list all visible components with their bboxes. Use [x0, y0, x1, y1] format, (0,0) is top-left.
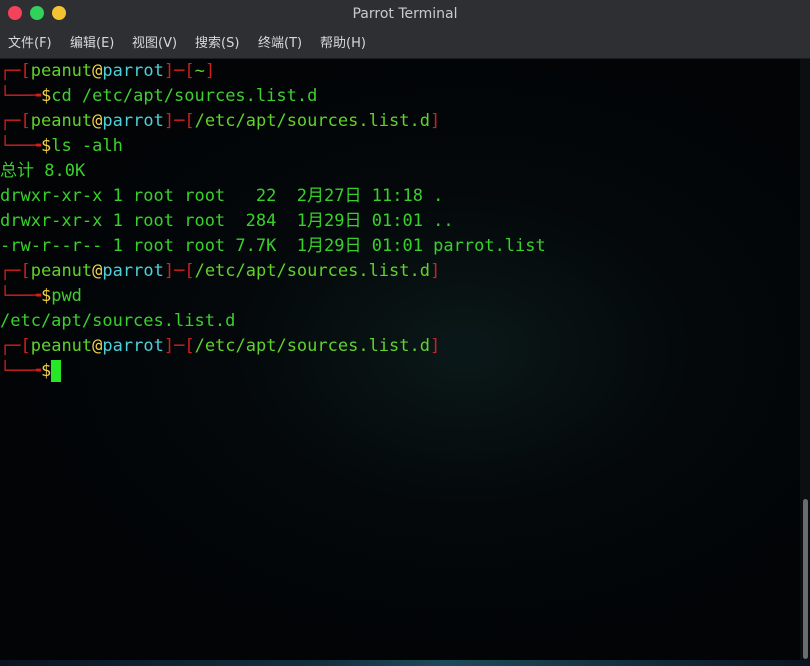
menu-search[interactable]: 搜索(S) — [195, 28, 239, 58]
scrollbar-thumb[interactable] — [803, 499, 808, 659]
prompt-bracket: [ — [184, 61, 195, 81]
prompt-corner: ┌─ — [0, 336, 21, 356]
prompt-bracket: ] — [163, 261, 175, 281]
prompt-corner: ┌─ — [0, 61, 21, 81]
prompt-corner: ┌─ — [0, 111, 21, 131]
prompt-bracket: [ — [184, 261, 195, 281]
prompt-line: ┌─[peanut@parrot]─[~] — [0, 59, 215, 84]
prompt-bracket: ] — [204, 61, 216, 81]
output-line: drwxr-xr-x 1 root root 284 1月29日 01:01 .… — [0, 211, 454, 231]
prompt-dir: ~ — [194, 61, 205, 81]
prompt-bracket: [ — [20, 336, 31, 356]
prompt-line: ┌─[peanut@parrot]─[/etc/apt/sources.list… — [0, 259, 440, 284]
prompt-user: peanut — [30, 336, 93, 356]
terminal-area[interactable]: ┌─[peanut@parrot]─[~] └──╼$cd /etc/apt/s… — [0, 59, 800, 666]
prompt-corner: └──╼ — [0, 86, 41, 106]
prompt-dollar: $ — [40, 286, 52, 306]
menu-terminal[interactable]: 终端(T) — [258, 28, 302, 58]
prompt-host: parrot — [102, 336, 164, 356]
prompt-at: @ — [92, 111, 103, 131]
prompt-at: @ — [92, 336, 103, 356]
prompt-bracket: [ — [20, 111, 31, 131]
prompt-bracket: [ — [184, 336, 195, 356]
output-line: 总计 8.0K — [0, 161, 86, 181]
vertical-scrollbar[interactable] — [800, 59, 810, 666]
prompt-dollar: $ — [40, 361, 52, 381]
command-line: └──╼$ls -alh — [0, 134, 123, 159]
desktop-edge — [0, 660, 810, 666]
prompt-line: ┌─[peanut@parrot]─[/etc/apt/sources.list… — [0, 334, 440, 359]
menu-help[interactable]: 帮助(H) — [320, 28, 366, 58]
prompt-host: parrot — [102, 111, 164, 131]
command-text: pwd — [51, 286, 82, 306]
prompt-sep: ─ — [174, 111, 185, 131]
output-line: drwxr-xr-x 1 root root 22 2月27日 11:18 . — [0, 186, 444, 206]
text-cursor — [51, 360, 62, 382]
output-line: /etc/apt/sources.list.d — [0, 311, 236, 331]
menu-edit[interactable]: 编辑(E) — [70, 28, 114, 58]
prompt-sep: ─ — [174, 336, 185, 356]
prompt-dollar: $ — [40, 136, 52, 156]
prompt-line: ┌─[peanut@parrot]─[/etc/apt/sources.list… — [0, 109, 440, 134]
command-line: └──╼$pwd — [0, 284, 82, 309]
prompt-host: parrot — [102, 61, 164, 81]
prompt-corner: └──╼ — [0, 286, 41, 306]
prompt-corner: └──╼ — [0, 136, 41, 156]
prompt-sep: ─ — [174, 61, 185, 81]
prompt-user: peanut — [30, 111, 93, 131]
prompt-bracket: ] — [163, 61, 175, 81]
prompt-sep: ─ — [174, 261, 185, 281]
prompt-corner: ┌─ — [0, 261, 21, 281]
prompt-dir: /etc/apt/sources.list.d — [194, 336, 430, 356]
prompt-user: peanut — [30, 261, 93, 281]
prompt-bracket: [ — [20, 261, 31, 281]
prompt-dollar: $ — [40, 86, 52, 106]
prompt-corner: └──╼ — [0, 361, 41, 381]
command-line[interactable]: └──╼$ — [0, 359, 62, 384]
prompt-bracket: ] — [429, 336, 441, 356]
menu-view[interactable]: 视图(V) — [132, 28, 177, 58]
terminal-window: Parrot Terminal 文件(F) 编辑(E) 视图(V) 搜索(S) … — [0, 0, 810, 666]
output-line: -rw-r--r-- 1 root root 7.7K 1月29日 01:01 … — [0, 236, 546, 256]
prompt-at: @ — [92, 61, 103, 81]
prompt-user: peanut — [30, 61, 93, 81]
prompt-bracket: [ — [184, 111, 195, 131]
menu-file[interactable]: 文件(F) — [8, 28, 52, 58]
command-line: └──╼$cd /etc/apt/sources.list.d — [0, 84, 317, 109]
window-title: Parrot Terminal — [352, 6, 458, 22]
prompt-bracket: ] — [163, 111, 175, 131]
menu-bar: 文件(F) 编辑(E) 视图(V) 搜索(S) 终端(T) 帮助(H) — [0, 28, 810, 59]
prompt-bracket: ] — [429, 261, 441, 281]
command-text: ls -alh — [51, 136, 123, 156]
prompt-at: @ — [92, 261, 103, 281]
prompt-bracket: ] — [163, 336, 175, 356]
prompt-bracket: [ — [20, 61, 31, 81]
prompt-host: parrot — [102, 261, 164, 281]
prompt-dir: /etc/apt/sources.list.d — [194, 111, 430, 131]
prompt-dir: /etc/apt/sources.list.d — [194, 261, 430, 281]
title-bar[interactable]: Parrot Terminal — [0, 0, 810, 28]
command-text: cd /etc/apt/sources.list.d — [51, 86, 318, 106]
prompt-bracket: ] — [429, 111, 441, 131]
